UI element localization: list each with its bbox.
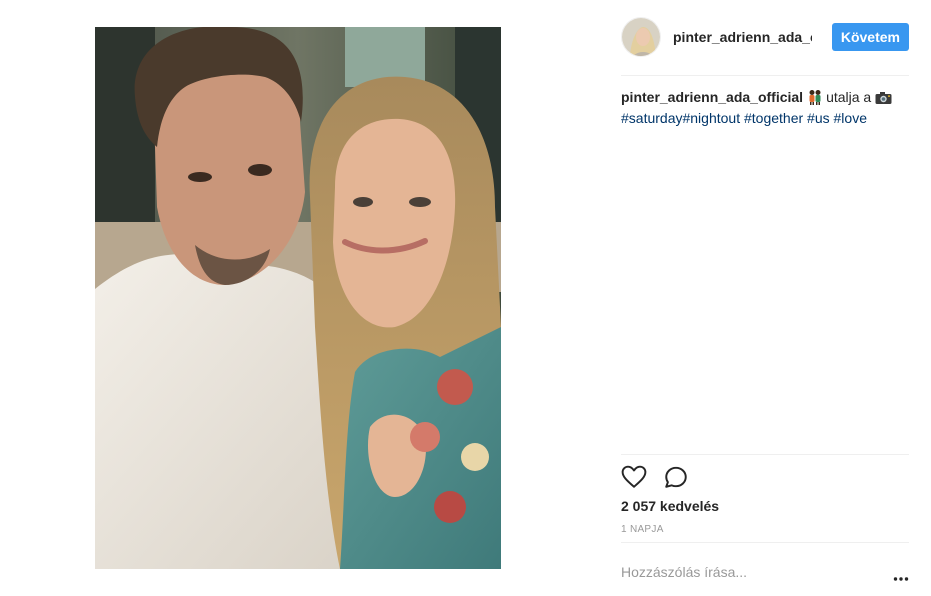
hashtag-us[interactable]: #us	[807, 110, 830, 126]
post-caption: pinter_adrienn_ada_official utalja a #sat…	[621, 88, 909, 127]
hashtag-saturday[interactable]: #saturday	[621, 110, 682, 126]
heart-icon[interactable]	[621, 464, 647, 490]
comment-input[interactable]	[621, 564, 861, 580]
camera-emoji-icon	[875, 91, 892, 109]
post-sidebar: pinter_adrienn_ada_official Követem pint…	[621, 0, 909, 596]
more-options-icon[interactable]	[893, 569, 909, 581]
hashtag-list: #saturday#nightout #together #us #love	[621, 110, 867, 126]
like-count[interactable]: 2 057 kedvelés	[621, 498, 719, 514]
post-timestamp[interactable]: 1 NAPJA	[621, 524, 664, 535]
post-photo[interactable]	[95, 27, 501, 569]
comment-divider	[621, 542, 909, 543]
caption-username[interactable]: pinter_adrienn_ada_official	[621, 89, 803, 105]
header-username[interactable]: pinter_adrienn_ada_official	[673, 29, 812, 45]
actions-divider	[621, 454, 909, 455]
caption-text: utalja a	[826, 89, 872, 105]
comment-bubble-icon[interactable]	[663, 464, 689, 490]
action-bar	[621, 464, 705, 490]
profile-avatar[interactable]	[621, 17, 661, 57]
follow-button[interactable]: Követem	[831, 23, 909, 51]
avatar-image	[622, 18, 660, 56]
comment-form	[621, 562, 909, 582]
post-header: pinter_adrienn_ada_official Követem	[621, 16, 909, 58]
couple-emoji-icon	[807, 89, 823, 109]
hashtag-love[interactable]: #love	[834, 110, 867, 126]
header-divider	[621, 75, 909, 76]
selfie-photo	[95, 27, 501, 569]
hashtag-together[interactable]: #together	[744, 110, 803, 126]
hashtag-nightout[interactable]: #nightout	[682, 110, 740, 126]
